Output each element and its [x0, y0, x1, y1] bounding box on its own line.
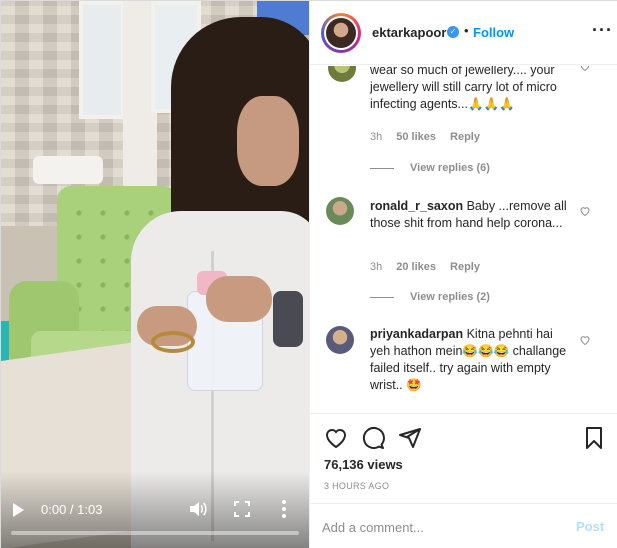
video-frame-window — [79, 1, 125, 119]
view-replies-line — [370, 296, 394, 298]
comment-meta: 3h 50 likes Reply — [370, 131, 480, 143]
view-replies-line — [370, 167, 394, 169]
fullscreen-icon[interactable] — [234, 501, 250, 517]
post-button[interactable]: Post — [576, 519, 604, 534]
reply-button[interactable]: Reply — [450, 131, 480, 143]
add-comment-bar: Post — [310, 503, 617, 548]
more-options-icon[interactable]: ··· — [592, 21, 613, 39]
view-replies-label: View replies (6) — [410, 162, 490, 174]
post-header: ektarkapoor ✓ • Follow ··· — [310, 1, 617, 65]
avatar — [326, 18, 356, 48]
comment-username[interactable]: ronald_r_saxon — [370, 199, 463, 213]
header-separator: • — [464, 23, 469, 38]
comment-text: wear so much of jewellery.... your jewel… — [370, 66, 557, 111]
comment-meta: 3h 20 likes Reply — [370, 261, 480, 273]
video-frame-hand — [206, 276, 272, 322]
avatar-frame — [324, 16, 358, 50]
video-time-display: 0:00 / 1:03 — [41, 502, 103, 517]
comment-likes[interactable]: 20 likes — [396, 261, 436, 273]
comments-list[interactable]: wear so much of jewellery.... your jewel… — [310, 66, 617, 413]
add-comment-input[interactable] — [322, 517, 562, 537]
bookmark-icon[interactable] — [582, 426, 606, 450]
comment-like-icon[interactable] — [579, 205, 591, 217]
comment-time: 3h — [370, 261, 383, 273]
view-replies-button[interactable]: View replies (2) — [370, 291, 490, 303]
instagram-post: 0:00 / 1:03 ektarkapoor ✓ • Follow ··· w… — [0, 0, 617, 548]
heart-icon[interactable] — [324, 426, 348, 450]
video-frame-cuff — [273, 291, 303, 347]
comment-avatar[interactable] — [326, 197, 354, 225]
comment-icon[interactable] — [361, 426, 385, 450]
comment-likes[interactable]: 50 likes — [396, 131, 436, 143]
comment-text: priyankadarpan Kitna pehnti hai yeh hath… — [370, 326, 570, 394]
view-replies-label: View replies (2) — [410, 291, 490, 303]
post-side-panel: ektarkapoor ✓ • Follow ··· wear so much … — [309, 1, 617, 548]
play-icon[interactable] — [13, 503, 24, 517]
comment-like-icon[interactable] — [579, 334, 591, 346]
story-ring[interactable] — [321, 13, 361, 53]
reply-button[interactable]: Reply — [450, 261, 480, 273]
video-frame-teal-object — [1, 321, 9, 361]
follow-button[interactable]: Follow — [473, 25, 514, 40]
share-icon[interactable] — [398, 426, 422, 450]
video-frame-person-face — [237, 96, 299, 186]
video-frame-bangles — [151, 331, 195, 353]
header-username[interactable]: ektarkapoor — [372, 25, 446, 40]
view-count[interactable]: 76,136 views — [324, 457, 403, 472]
post-actions: 76,136 views 3 HOURS AGO — [310, 413, 617, 503]
video-player[interactable]: 0:00 / 1:03 — [1, 1, 309, 548]
video-progress-bar[interactable] — [11, 531, 299, 535]
video-control-bar: 0:00 / 1:03 — [1, 495, 309, 525]
view-replies-button[interactable]: View replies (6) — [370, 162, 490, 174]
comment-username[interactable]: priyankadarpan — [370, 327, 463, 341]
verified-badge-icon: ✓ — [447, 26, 459, 38]
comment-avatar[interactable] — [326, 326, 354, 354]
comment-avatar[interactable] — [328, 66, 356, 82]
comment-time: 3h — [370, 131, 383, 143]
comment-like-icon[interactable] — [579, 66, 591, 72]
more-vertical-icon[interactable] — [281, 499, 287, 519]
comment-text: ronald_r_saxon Baby ...remove all those … — [370, 198, 570, 232]
video-frame-towels — [33, 156, 103, 184]
volume-icon[interactable] — [189, 501, 207, 517]
post-timestamp[interactable]: 3 HOURS AGO — [324, 481, 389, 491]
